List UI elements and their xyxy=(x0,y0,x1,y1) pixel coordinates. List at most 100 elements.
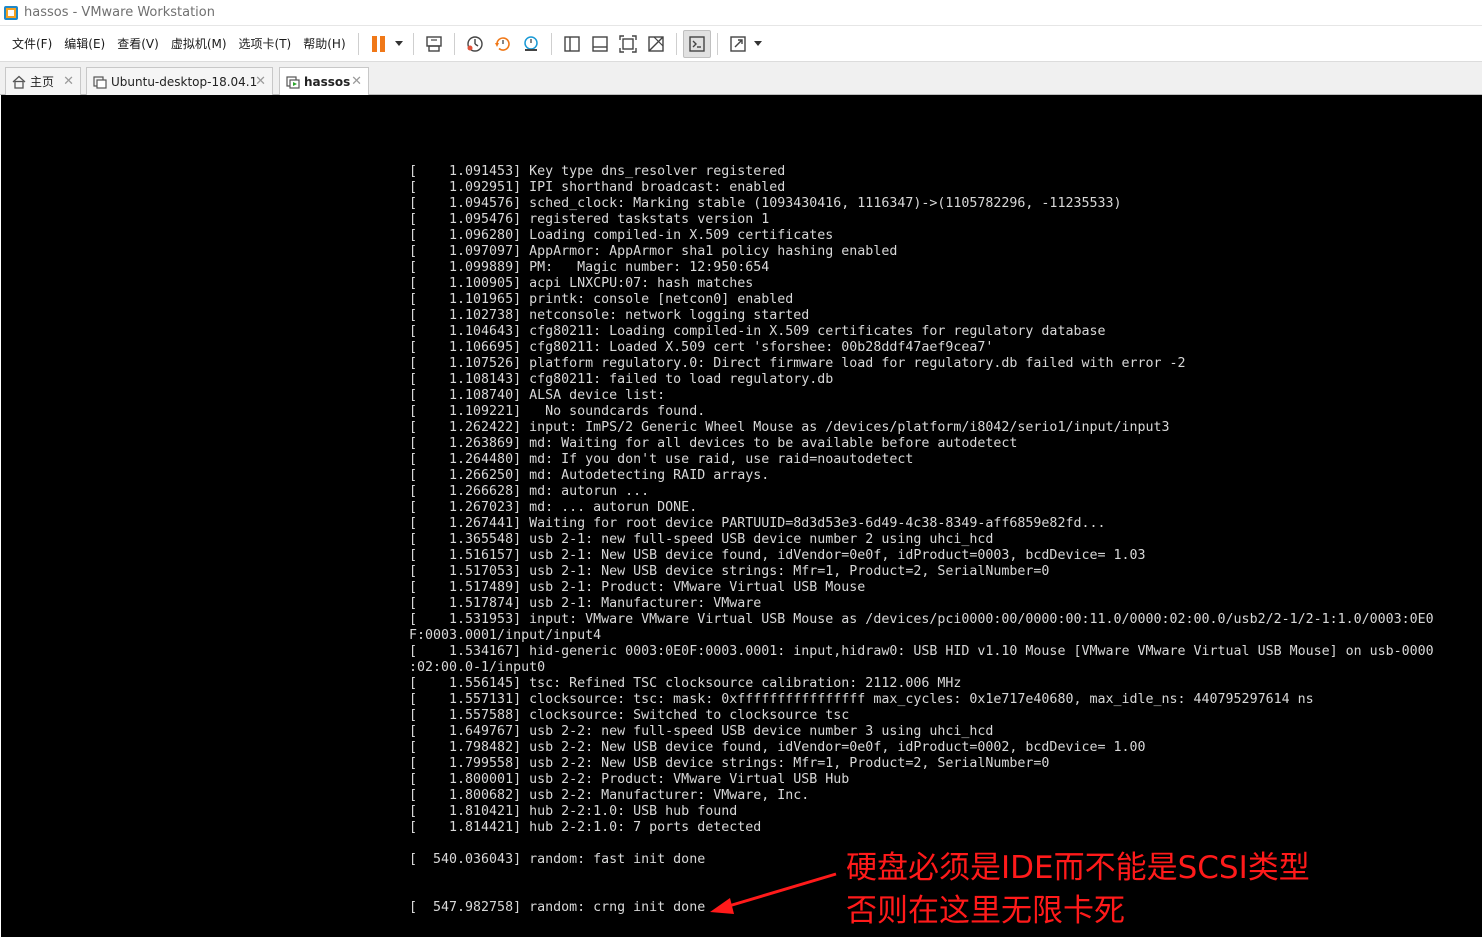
library-view-icon xyxy=(563,35,580,52)
tab-home[interactable]: 主页 ✕ xyxy=(5,67,81,95)
home-icon xyxy=(12,75,26,89)
menu-file[interactable]: 文件(F) xyxy=(6,26,58,62)
take-snapshot-button[interactable] xyxy=(461,30,489,58)
tab-label: Ubuntu-desktop-18.04.1 xyxy=(111,74,258,89)
tab-hassos[interactable]: hassos ✕ xyxy=(279,67,369,95)
snapshot-icon xyxy=(466,35,483,52)
console-line: [ 1.092951] IPI shorthand broadcast: ena… xyxy=(409,180,786,195)
console-line: [ 1.100905] acpi LNXCPU:07: hash matches xyxy=(409,276,754,291)
fullscreen-icon xyxy=(729,35,746,52)
menu-vm[interactable]: 虚拟机(M) xyxy=(165,26,233,62)
vmware-logo-icon xyxy=(4,5,18,20)
close-icon[interactable]: ✕ xyxy=(351,74,362,89)
console-line: [ 1.534167] hid-generic 0003:0E0F:0003.0… xyxy=(409,644,1434,659)
console-view-icon xyxy=(688,35,705,52)
console-line: [ 1.263869] md: Waiting for all devices … xyxy=(409,436,1018,451)
menu-edit[interactable]: 编辑(E) xyxy=(58,26,111,62)
console-line: :02:00.0-1/input0 xyxy=(409,660,546,675)
send-ctrl-alt-del-button[interactable] xyxy=(420,30,448,58)
console-line: [ 1.365548] usb 2-1: new full-speed USB … xyxy=(409,532,994,547)
chevron-down-icon xyxy=(394,41,403,46)
toolbar-divider xyxy=(357,32,359,55)
console-line: [ 1.095476] registered taskstats version… xyxy=(409,212,770,227)
console-line: [ 1.798482] usb 2-2: New USB device foun… xyxy=(409,740,1146,755)
tab-label: hassos xyxy=(304,74,351,89)
console-line: F:0003.0001/input/input4 xyxy=(409,628,602,643)
console-line: [ 1.104643] cfg80211: Loading compiled-i… xyxy=(409,324,1106,339)
snapshot-manager-icon xyxy=(523,35,538,51)
console-line: [ 1.266628] md: autorun ... xyxy=(409,484,650,499)
annotation-text-line1: 硬盘必须是IDE而不能是SCSI类型 xyxy=(846,850,1310,886)
console-line: [ 1.814421] hub 2-2:1.0: 7 ports detecte… xyxy=(409,820,762,835)
console-view-button[interactable] xyxy=(682,29,711,58)
close-icon[interactable]: ✕ xyxy=(255,74,266,89)
console-line: [ 1.810421] hub 2-2:1.0: USB hub found xyxy=(409,804,738,819)
console-line: [ 1.799558] usb 2-2: New USB device stri… xyxy=(409,756,1050,771)
console-line: [ 1.267441] Waiting for root device PART… xyxy=(409,516,1106,531)
menu-toolbar: 文件(F) 编辑(E) 查看(V) 虚拟机(M) 选项卡(T) 帮助(H) xyxy=(0,26,1482,62)
vm-running-icon xyxy=(286,75,300,89)
toolbar-divider xyxy=(412,32,414,55)
close-icon[interactable]: ✕ xyxy=(63,74,74,89)
console-line: [ 1.517053] usb 2-1: New USB device stri… xyxy=(409,564,1050,579)
console-line: [ 1.094576] sched_clock: Marking stable … xyxy=(409,196,1122,211)
chevron-down-icon xyxy=(753,41,762,46)
menu-view[interactable]: 查看(V) xyxy=(111,26,165,62)
unity-icon xyxy=(647,35,664,52)
revert-snapshot-button[interactable] xyxy=(489,30,517,58)
pause-icon xyxy=(371,35,385,52)
tab-ubuntu-desktop[interactable]: Ubuntu-desktop-18.04.1 ✕ xyxy=(86,67,273,95)
console-line: [ 540.036043] random: fast init done xyxy=(409,852,706,867)
pause-button[interactable] xyxy=(365,30,407,58)
console-line: [ 1.091453] Key type dns_resolver regist… xyxy=(409,164,786,179)
window-title: hassos - VMware Workstation xyxy=(24,5,215,20)
vm-console-screen[interactable]: [ 1.091453] Key type dns_resolver regist… xyxy=(1,95,1482,937)
snapshot-manager-button[interactable] xyxy=(517,30,545,58)
console-line: [ 1.800001] usb 2-2: Product: VMware Vir… xyxy=(409,772,850,787)
menu-help[interactable]: 帮助(H) xyxy=(297,26,351,62)
console-line: [ 1.557131] clocksource: tsc: mask: 0xff… xyxy=(409,692,1314,707)
fullscreen-button[interactable] xyxy=(724,30,766,58)
console-line: [ 1.096280] Loading compiled-in X.509 ce… xyxy=(409,228,834,243)
revert-snapshot-icon xyxy=(494,36,510,51)
console-line: [ 1.099889] PM: Magic number: 12:950:654 xyxy=(409,260,770,275)
annotation-text-line2: 否则在这里无限卡死 xyxy=(846,893,1125,929)
console-line: [ 1.107526] platform regulatory.0: Direc… xyxy=(409,356,1186,371)
library-view-button[interactable] xyxy=(558,30,586,58)
console-line: [ 1.267023] md: ... autorun DONE. xyxy=(409,500,698,515)
console-line: [ 1.264480] md: If you don't use raid, u… xyxy=(409,452,914,467)
console-line: [ 547.982758] random: crng init done xyxy=(409,900,706,915)
annotation-arrow xyxy=(710,872,837,914)
console-line: [ 1.531953] input: VMware VMware Virtual… xyxy=(409,612,1434,627)
fit-guest-button[interactable] xyxy=(614,30,642,58)
console-line: [ 1.108740] ALSA device list: xyxy=(409,388,666,403)
console-line: [ 1.266250] md: Autodetecting RAID array… xyxy=(409,468,770,483)
title-bar: hassos - VMware Workstation xyxy=(0,0,1482,26)
thumbnail-view-icon xyxy=(591,35,608,52)
console-line: [ 1.106695] cfg80211: Loaded X.509 cert … xyxy=(409,340,994,355)
console-line: [ 1.557588] clocksource: Switched to clo… xyxy=(409,708,850,723)
console-line: [ 1.800682] usb 2-2: Manufacturer: VMwar… xyxy=(409,788,810,803)
console-line: [ 1.516157] usb 2-1: New USB device foun… xyxy=(409,548,1146,563)
console-line: [ 1.097097] AppArmor: AppArmor sha1 poli… xyxy=(409,244,898,259)
tab-bar: 主页 ✕ Ubuntu-desktop-18.04.1 ✕ hassos ✕ xyxy=(0,62,1482,95)
send-ctrl-alt-del-icon xyxy=(425,35,442,52)
menu-tabs[interactable]: 选项卡(T) xyxy=(233,26,298,62)
toolbar-divider xyxy=(675,32,677,55)
console-line: [ 1.102738] netconsole: network logging … xyxy=(409,308,810,323)
console-line: [ 1.262422] input: ImPS/2 Generic Wheel … xyxy=(409,420,1170,435)
toolbar-divider xyxy=(550,32,552,55)
vm-icon xyxy=(93,75,107,89)
console-line: [ 1.517489] usb 2-1: Product: VMware Vir… xyxy=(409,580,866,595)
console-line: [ 1.556145] tsc: Refined TSC clocksource… xyxy=(409,676,962,691)
thumbnail-view-button[interactable] xyxy=(586,30,614,58)
tab-label: 主页 xyxy=(30,75,55,89)
toolbar-divider xyxy=(716,32,718,55)
fit-guest-icon xyxy=(618,34,637,53)
unity-button[interactable] xyxy=(642,30,670,58)
console-line: [ 1.101965] printk: console [netcon0] en… xyxy=(409,292,794,307)
console-line: [ 1.109221] No soundcards found. xyxy=(409,404,706,419)
console-line: [ 1.517874] usb 2-1: Manufacturer: VMwar… xyxy=(409,596,762,611)
toolbar-divider xyxy=(453,32,455,55)
console-line: [ 1.649767] usb 2-2: new full-speed USB … xyxy=(409,724,994,739)
